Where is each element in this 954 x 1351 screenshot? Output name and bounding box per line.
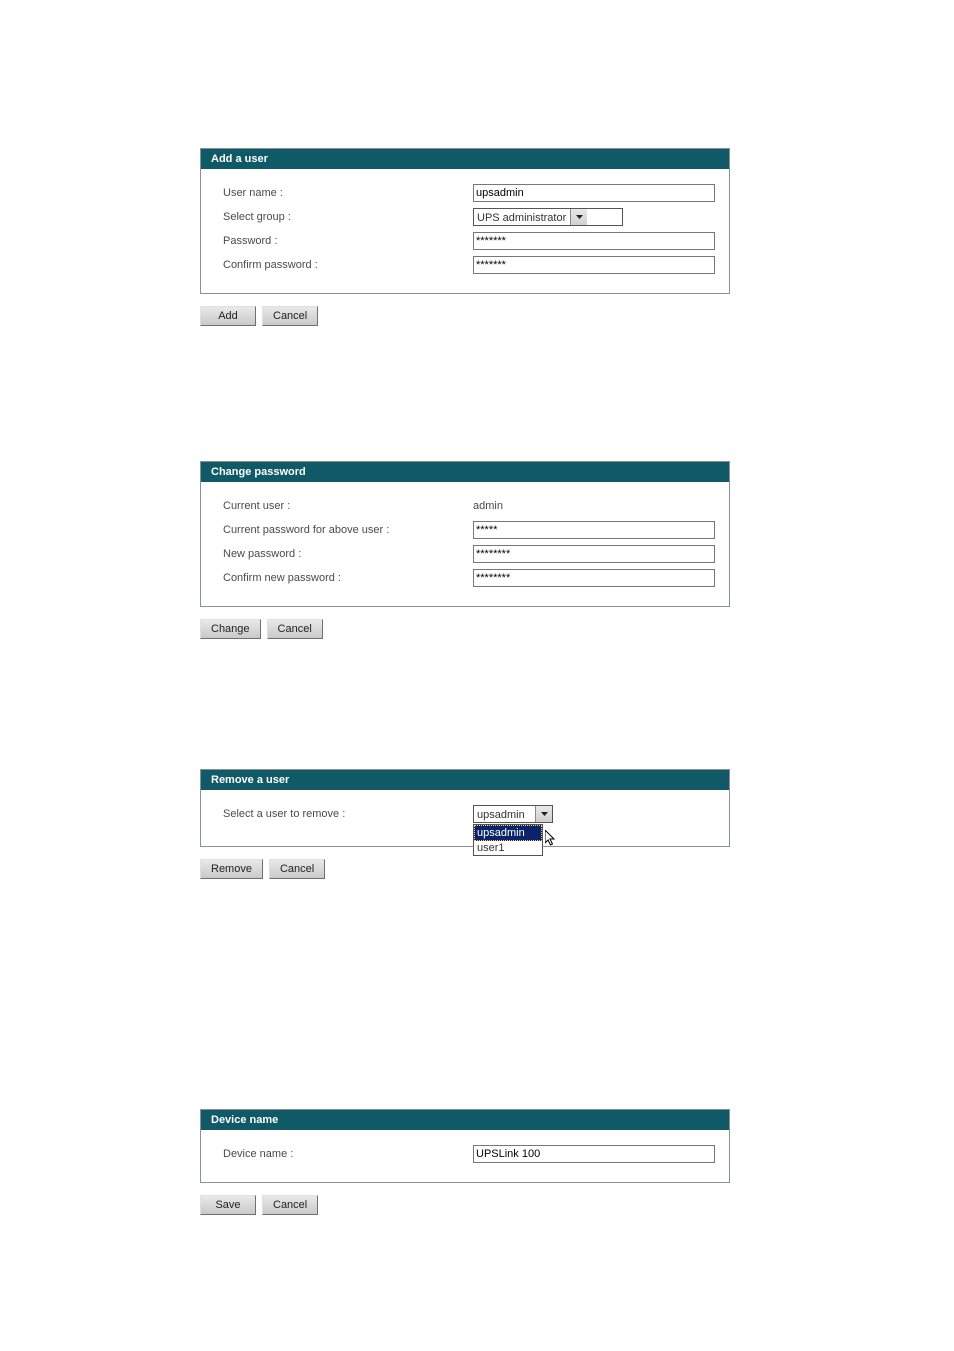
confirm-new-password-label: Confirm new password : bbox=[223, 572, 473, 584]
remove-user-buttons: Remove Cancel bbox=[200, 859, 730, 879]
device-name-label: Device name : bbox=[223, 1148, 473, 1160]
cancel-button[interactable]: Cancel bbox=[267, 619, 323, 639]
remove-button[interactable]: Remove bbox=[200, 859, 263, 879]
device-name-section: Device name Device name : Save Cancel bbox=[200, 879, 730, 1215]
change-password-buttons: Change Cancel bbox=[200, 619, 730, 639]
dropdown-option[interactable]: user1 bbox=[474, 841, 542, 855]
new-password-label: New password : bbox=[223, 548, 473, 560]
change-button[interactable]: Change bbox=[200, 619, 261, 639]
username-label: User name : bbox=[223, 187, 473, 199]
add-user-header: Add a user bbox=[201, 149, 729, 169]
remove-user-dropdown[interactable]: upsadmin user1 bbox=[473, 824, 543, 856]
cancel-button[interactable]: Cancel bbox=[269, 859, 325, 879]
save-button[interactable]: Save bbox=[200, 1195, 256, 1215]
confirm-password-label: Confirm password : bbox=[223, 259, 473, 271]
password-label: Password : bbox=[223, 235, 473, 247]
cursor-icon bbox=[545, 830, 557, 848]
confirm-new-password-input[interactable] bbox=[473, 569, 715, 587]
dropdown-option[interactable]: upsadmin bbox=[474, 825, 542, 841]
current-user-value: admin bbox=[473, 500, 503, 512]
remove-user-select-value: upsadmin bbox=[474, 806, 535, 822]
remove-user-body: Select a user to remove : upsadmin upsad… bbox=[201, 790, 729, 846]
confirm-password-input[interactable] bbox=[473, 256, 715, 274]
device-name-panel: Device name Device name : bbox=[200, 1109, 730, 1183]
group-select[interactable]: UPS administrator bbox=[473, 208, 623, 226]
change-password-body: Current user : admin Current password fo… bbox=[201, 482, 729, 606]
add-user-body: User name : Select group : UPS administr… bbox=[201, 169, 729, 293]
cancel-button[interactable]: Cancel bbox=[262, 306, 318, 326]
device-name-buttons: Save Cancel bbox=[200, 1195, 730, 1215]
add-user-section: Add a user User name : Select group : UP… bbox=[200, 0, 730, 326]
add-button[interactable]: Add bbox=[200, 306, 256, 326]
remove-user-header: Remove a user bbox=[201, 770, 729, 790]
select-user-label: Select a user to remove : bbox=[223, 808, 473, 820]
change-password-section: Change password Current user : admin Cur… bbox=[200, 326, 730, 639]
new-password-input[interactable] bbox=[473, 545, 715, 563]
cancel-button[interactable]: Cancel bbox=[262, 1195, 318, 1215]
change-password-panel: Change password Current user : admin Cur… bbox=[200, 461, 730, 607]
remove-user-section: Remove a user Select a user to remove : … bbox=[200, 639, 730, 879]
device-name-body: Device name : bbox=[201, 1130, 729, 1182]
current-password-label: Current password for above user : bbox=[223, 524, 473, 536]
device-name-header: Device name bbox=[201, 1110, 729, 1130]
device-name-input[interactable] bbox=[473, 1145, 715, 1163]
remove-user-select[interactable]: upsadmin bbox=[473, 805, 553, 823]
add-user-buttons: Add Cancel bbox=[200, 306, 730, 326]
add-user-panel: Add a user User name : Select group : UP… bbox=[200, 148, 730, 294]
remove-user-panel: Remove a user Select a user to remove : … bbox=[200, 769, 730, 847]
username-input[interactable] bbox=[473, 184, 715, 202]
group-select-value: UPS administrator bbox=[474, 209, 570, 225]
chevron-down-icon bbox=[535, 806, 552, 822]
change-password-header: Change password bbox=[201, 462, 729, 482]
group-label: Select group : bbox=[223, 211, 473, 223]
password-input[interactable] bbox=[473, 232, 715, 250]
current-user-label: Current user : bbox=[223, 500, 473, 512]
chevron-down-icon bbox=[570, 209, 587, 225]
current-password-input[interactable] bbox=[473, 521, 715, 539]
